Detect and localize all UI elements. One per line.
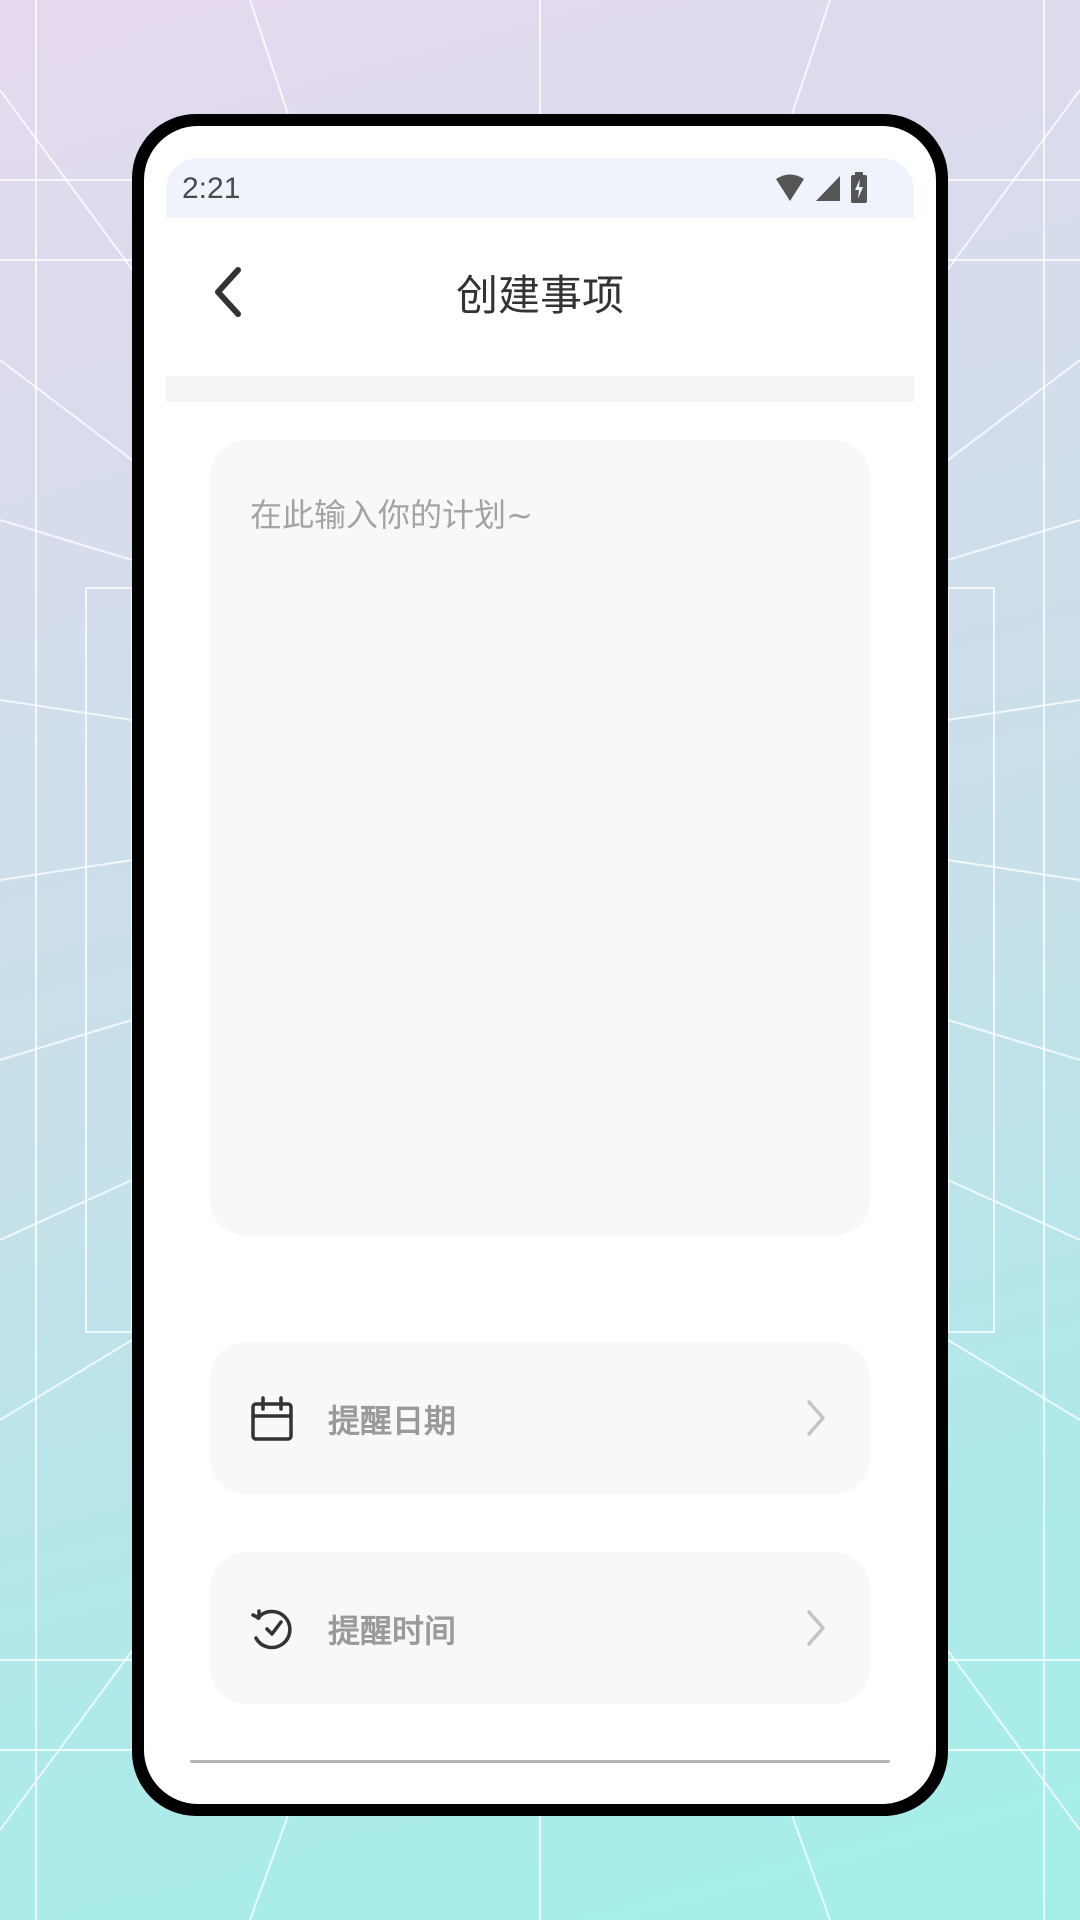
app-screen: 2:21 创建事项 在此输入你的计划~ 提醒日期 提醒时间 <box>144 126 936 1804</box>
cell-signal-icon <box>816 176 840 201</box>
bottom-divider <box>190 1760 890 1763</box>
status-icons <box>774 172 868 204</box>
battery-charging-icon <box>851 172 867 203</box>
clock-icon <box>251 1609 292 1650</box>
navigation-bar: 创建事项 <box>166 218 914 368</box>
plan-input[interactable] <box>210 440 870 1236</box>
chevron-right-icon <box>807 1610 825 1646</box>
reminder-date-label: 提醒日期 <box>328 1402 457 1440</box>
wifi-icon <box>776 174 804 201</box>
phone-frame: 2:21 创建事项 在此输入你的计划~ 提醒日期 提醒时间 <box>132 114 948 1816</box>
page-title: 创建事项 <box>455 271 624 320</box>
header-divider <box>166 376 914 402</box>
reminder-date-row[interactable]: 提醒日期 <box>210 1342 870 1494</box>
status-time: 2:21 <box>182 172 241 205</box>
status-bar: 2:21 <box>166 158 914 218</box>
calendar-icon <box>251 1396 293 1441</box>
reminder-time-row[interactable]: 提醒时间 <box>210 1552 870 1704</box>
plan-input-card <box>210 440 870 1236</box>
reminder-time-label: 提醒时间 <box>328 1612 457 1650</box>
chevron-right-icon <box>807 1400 825 1436</box>
